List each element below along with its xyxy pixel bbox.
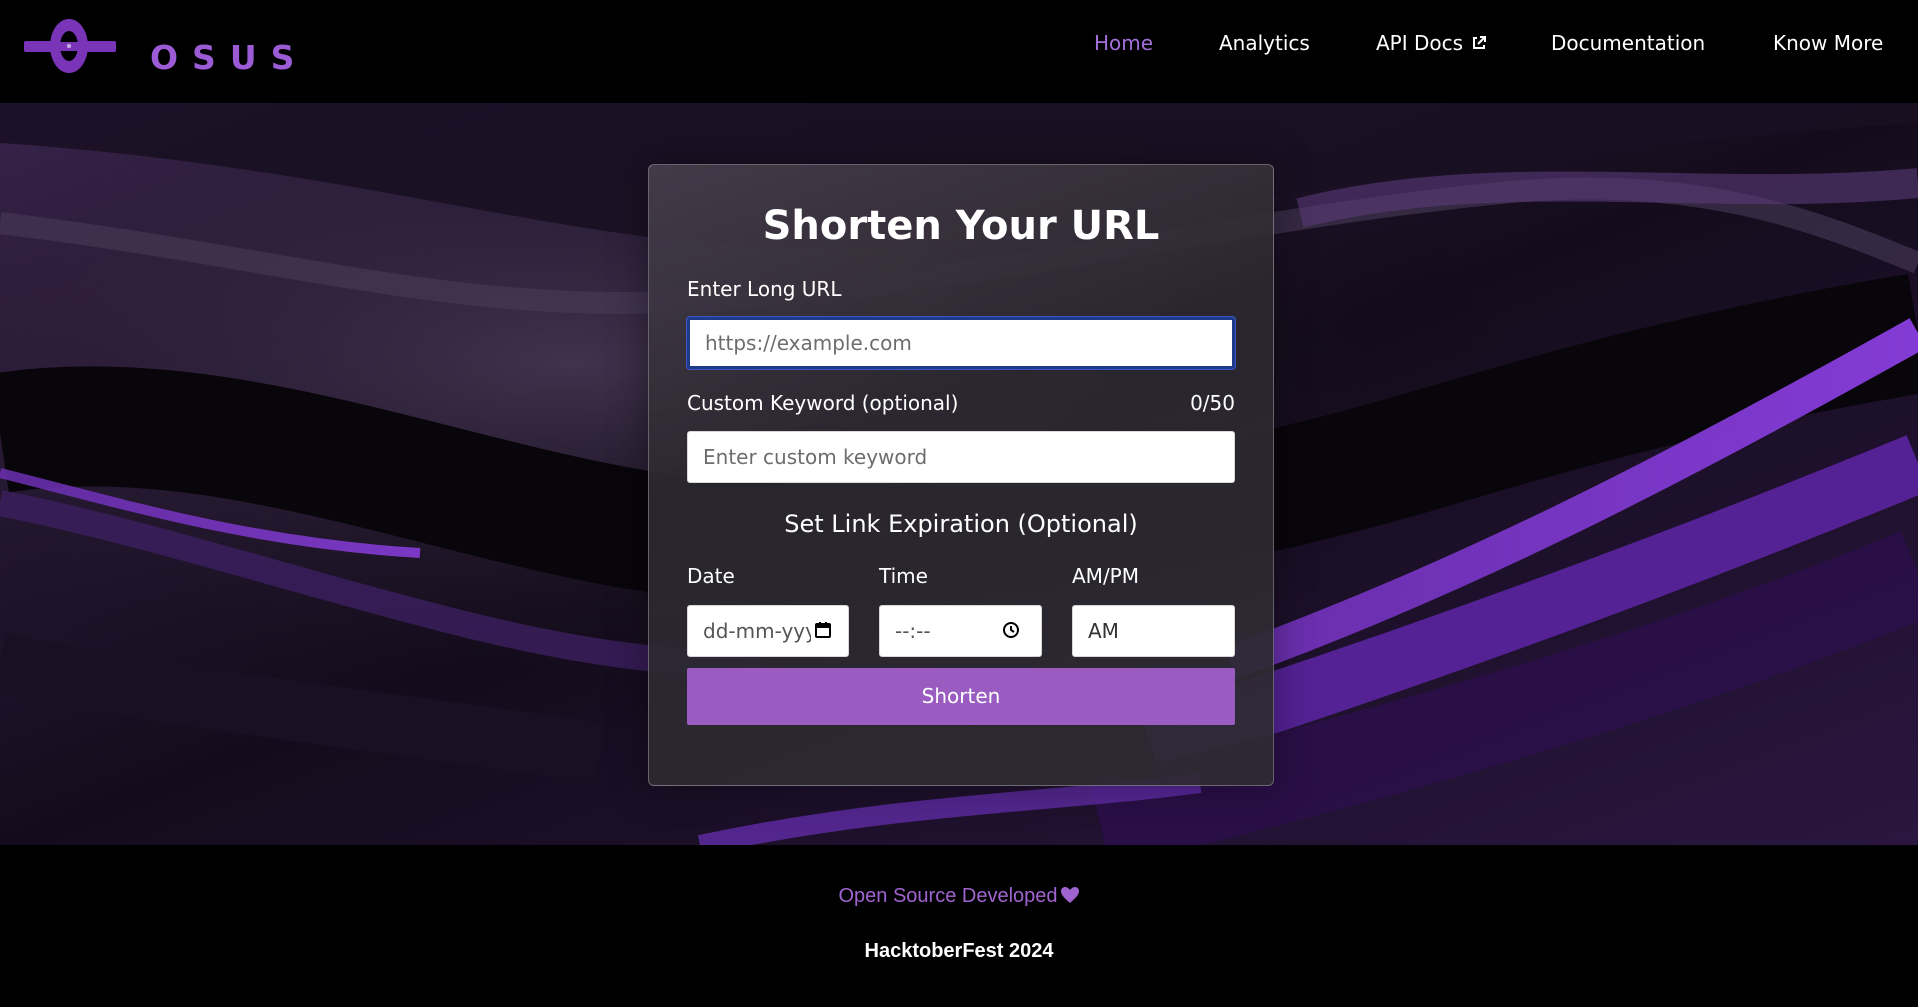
time-value: --:-- [895,619,931,643]
shorten-button[interactable]: Shorten [687,668,1235,725]
nav-home[interactable]: Home [1094,31,1153,55]
brand-name: OSUS [150,38,309,77]
nav-analytics[interactable]: Analytics [1219,31,1310,55]
shorten-form-card: Shorten Your URL Enter Long URL Custom K… [648,164,1274,786]
clock-icon[interactable] [1002,621,1020,639]
ampm-label: AM/PM [1072,564,1139,588]
time-label: Time [879,564,928,588]
footer-tagline: Open Source Developed [0,885,1918,908]
footer: Open Source Developed HacktoberFest 2024 [0,845,1918,1007]
custom-keyword-input[interactable] [687,431,1235,483]
external-link-icon [1473,36,1487,49]
top-navbar: OSUS Home Analytics API Docs Documentati… [0,0,1918,103]
logo-mark-icon [24,19,116,73]
form-title: Shorten Your URL [762,203,1160,249]
date-input[interactable]: dd-mm-yyyy [687,605,849,657]
nav-know-more[interactable]: Know More [1773,31,1883,55]
custom-keyword-label: Custom Keyword (optional) [687,391,959,415]
heart-icon [1060,887,1079,903]
date-value: dd-mm-yyyy [703,619,811,643]
footer-event: HacktoberFest 2024 [864,940,1054,962]
ampm-select[interactable]: AM [1072,605,1235,657]
long-url-label: Enter Long URL [687,277,842,301]
nav-api-docs-label: API Docs [1376,31,1464,55]
brand-logo[interactable]: OSUS [24,16,294,77]
keyword-counter: 0/50 [1190,391,1235,415]
footer-tagline-text: Open Source Developed [838,885,1058,907]
nav-api-docs[interactable]: API Docs [1376,31,1487,55]
long-url-input[interactable] [687,317,1235,369]
date-label: Date [687,564,735,588]
expiration-heading: Set Link Expiration (Optional) [784,510,1138,538]
time-input[interactable]: --:-- [879,605,1042,657]
nav-documentation[interactable]: Documentation [1551,31,1705,55]
calendar-icon[interactable] [814,621,832,639]
